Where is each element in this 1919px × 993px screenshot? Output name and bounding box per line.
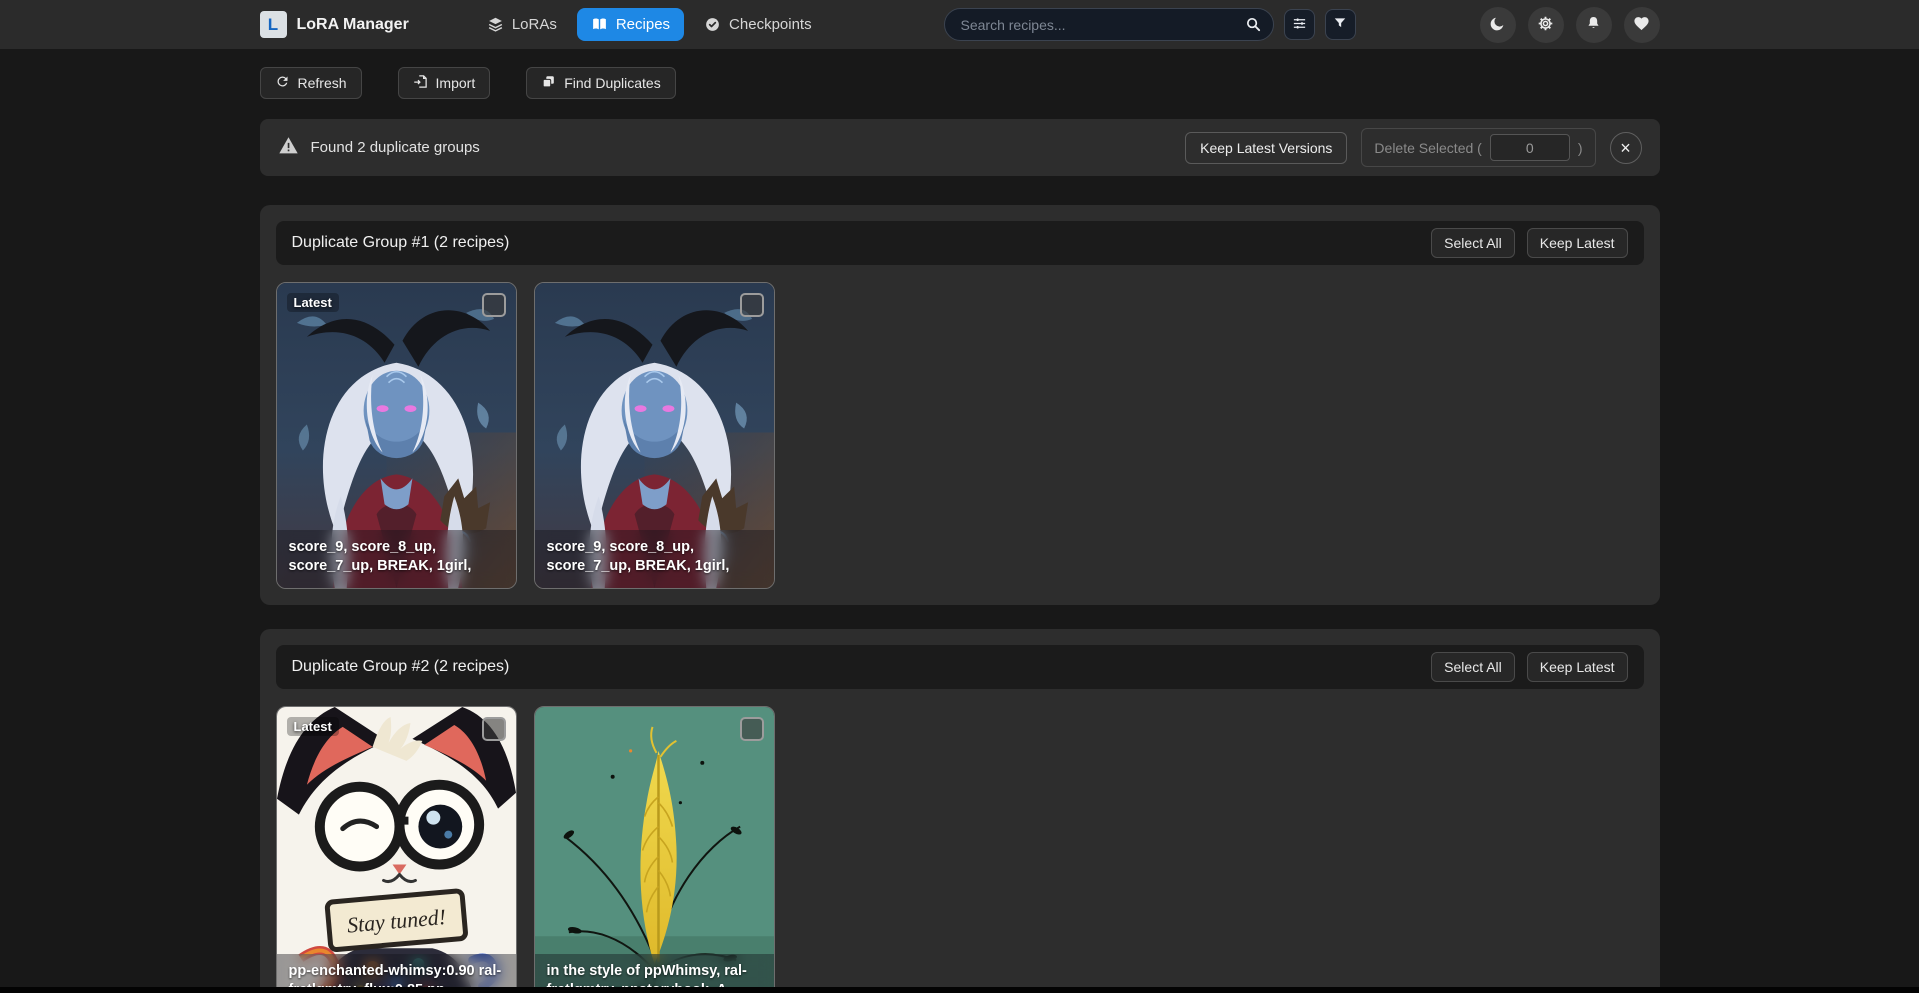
nav-tab-checkpoints[interactable]: Checkpoints — [690, 8, 826, 41]
select-all-button[interactable]: Select All — [1431, 652, 1515, 682]
bell-icon — [1585, 15, 1602, 35]
find-duplicates-button[interactable]: Find Duplicates — [526, 67, 676, 99]
main-nav: LoRAs Recipes Checkpoints — [473, 8, 826, 41]
navbar-icon-buttons — [1468, 7, 1660, 43]
duplicate-group-panel-1: Duplicate Group #1 (2 recipes) Select Al… — [260, 205, 1660, 605]
toolbar: Refresh Import Find Duplicates — [260, 67, 1660, 99]
duplicates-banner: Found 2 duplicate groups Keep Latest Ver… — [260, 119, 1660, 176]
card-caption: score_9, score_8_up, score_7_up, BREAK, … — [535, 530, 774, 588]
card-checkbox[interactable] — [740, 293, 764, 317]
warning-icon — [278, 135, 299, 161]
app-title: LoRA Manager — [297, 16, 409, 34]
latest-badge: Latest — [287, 717, 339, 736]
keep-latest-button[interactable]: Keep Latest — [1527, 228, 1628, 258]
delete-selected-button[interactable]: Delete Selected ( ) — [1361, 128, 1595, 167]
heart-icon — [1633, 15, 1650, 35]
book-open-icon — [591, 16, 608, 33]
refresh-button[interactable]: Refresh — [260, 67, 362, 99]
banner-close-button[interactable]: × — [1610, 132, 1642, 164]
layers-icon — [487, 16, 504, 33]
recipe-card[interactable]: in the style of ppWhimsy, ral-frctlgmtry… — [534, 706, 775, 993]
sliders-icon — [1292, 16, 1307, 34]
card-row: Stay tuned! Latest pp-enchanted-whimsy:0… — [276, 706, 1644, 993]
recipe-card[interactable]: score_9, score_8_up, score_7_up, BREAK, … — [534, 282, 775, 589]
delete-count-input[interactable] — [1490, 134, 1570, 161]
nav-tab-label: Checkpoints — [729, 16, 812, 33]
nav-tab-loras[interactable]: LoRAs — [473, 8, 571, 41]
gear-icon — [1537, 15, 1554, 35]
card-row: Latest score_9, score_8_up, score_7_up, … — [276, 282, 1644, 589]
moon-icon — [1489, 15, 1506, 35]
cat-stay-tuned-art: Stay tuned! — [277, 707, 516, 993]
delete-selected-suffix: ) — [1578, 140, 1583, 156]
search-icon[interactable] — [1245, 16, 1262, 38]
card-checkbox[interactable] — [740, 717, 764, 741]
group-title: Duplicate Group #1 (2 recipes) — [292, 234, 510, 252]
search-group — [944, 8, 1356, 41]
app-logo: L — [260, 11, 287, 38]
check-circle-icon — [704, 16, 721, 33]
find-duplicates-label: Find Duplicates — [564, 75, 661, 91]
import-button[interactable]: Import — [398, 67, 491, 99]
support-button[interactable] — [1624, 7, 1660, 43]
keep-latest-versions-button[interactable]: Keep Latest Versions — [1185, 132, 1347, 164]
theme-toggle-button[interactable] — [1480, 7, 1516, 43]
brand[interactable]: L LoRA Manager — [260, 11, 409, 38]
nav-tab-label: LoRAs — [512, 16, 557, 33]
keep-latest-button[interactable]: Keep Latest — [1527, 652, 1628, 682]
recipe-card[interactable]: Stay tuned! Latest pp-enchanted-whimsy:0… — [276, 706, 517, 993]
notifications-button[interactable] — [1576, 7, 1612, 43]
main-content: Refresh Import Find Duplicates Found 2 d… — [260, 67, 1660, 993]
card-checkbox[interactable] — [482, 717, 506, 741]
refresh-icon — [275, 74, 290, 92]
nav-tab-recipes[interactable]: Recipes — [577, 8, 684, 41]
delete-selected-prefix: Delete Selected ( — [1374, 140, 1481, 156]
refresh-label: Refresh — [298, 75, 347, 91]
import-label: Import — [436, 75, 476, 91]
navbar: L LoRA Manager LoRAs Recipes C — [0, 0, 1919, 49]
recipe-card[interactable]: Latest score_9, score_8_up, score_7_up, … — [276, 282, 517, 589]
group-header: Duplicate Group #2 (2 recipes) Select Al… — [276, 645, 1644, 689]
card-checkbox[interactable] — [482, 293, 506, 317]
group-title: Duplicate Group #2 (2 recipes) — [292, 658, 510, 676]
duplicate-group-panel-2: Duplicate Group #2 (2 recipes) Select Al… — [260, 629, 1660, 993]
logo-letter: L — [268, 15, 278, 35]
search-input[interactable] — [944, 8, 1274, 41]
banner-message: Found 2 duplicate groups — [311, 139, 480, 156]
search-settings-button[interactable] — [1284, 9, 1315, 40]
window-bottom-edge — [0, 987, 1919, 993]
yellow-feather-art — [535, 707, 774, 993]
file-import-icon — [413, 74, 428, 92]
latest-badge: Latest — [287, 293, 339, 312]
select-all-button[interactable]: Select All — [1431, 228, 1515, 258]
duplicates-icon — [541, 74, 556, 92]
funnel-icon — [1333, 16, 1347, 33]
settings-button[interactable] — [1528, 7, 1564, 43]
group-header: Duplicate Group #1 (2 recipes) Select Al… — [276, 221, 1644, 265]
nav-tab-label: Recipes — [616, 16, 670, 33]
filter-button[interactable] — [1325, 9, 1356, 40]
card-caption: score_9, score_8_up, score_7_up, BREAK, … — [277, 530, 516, 588]
